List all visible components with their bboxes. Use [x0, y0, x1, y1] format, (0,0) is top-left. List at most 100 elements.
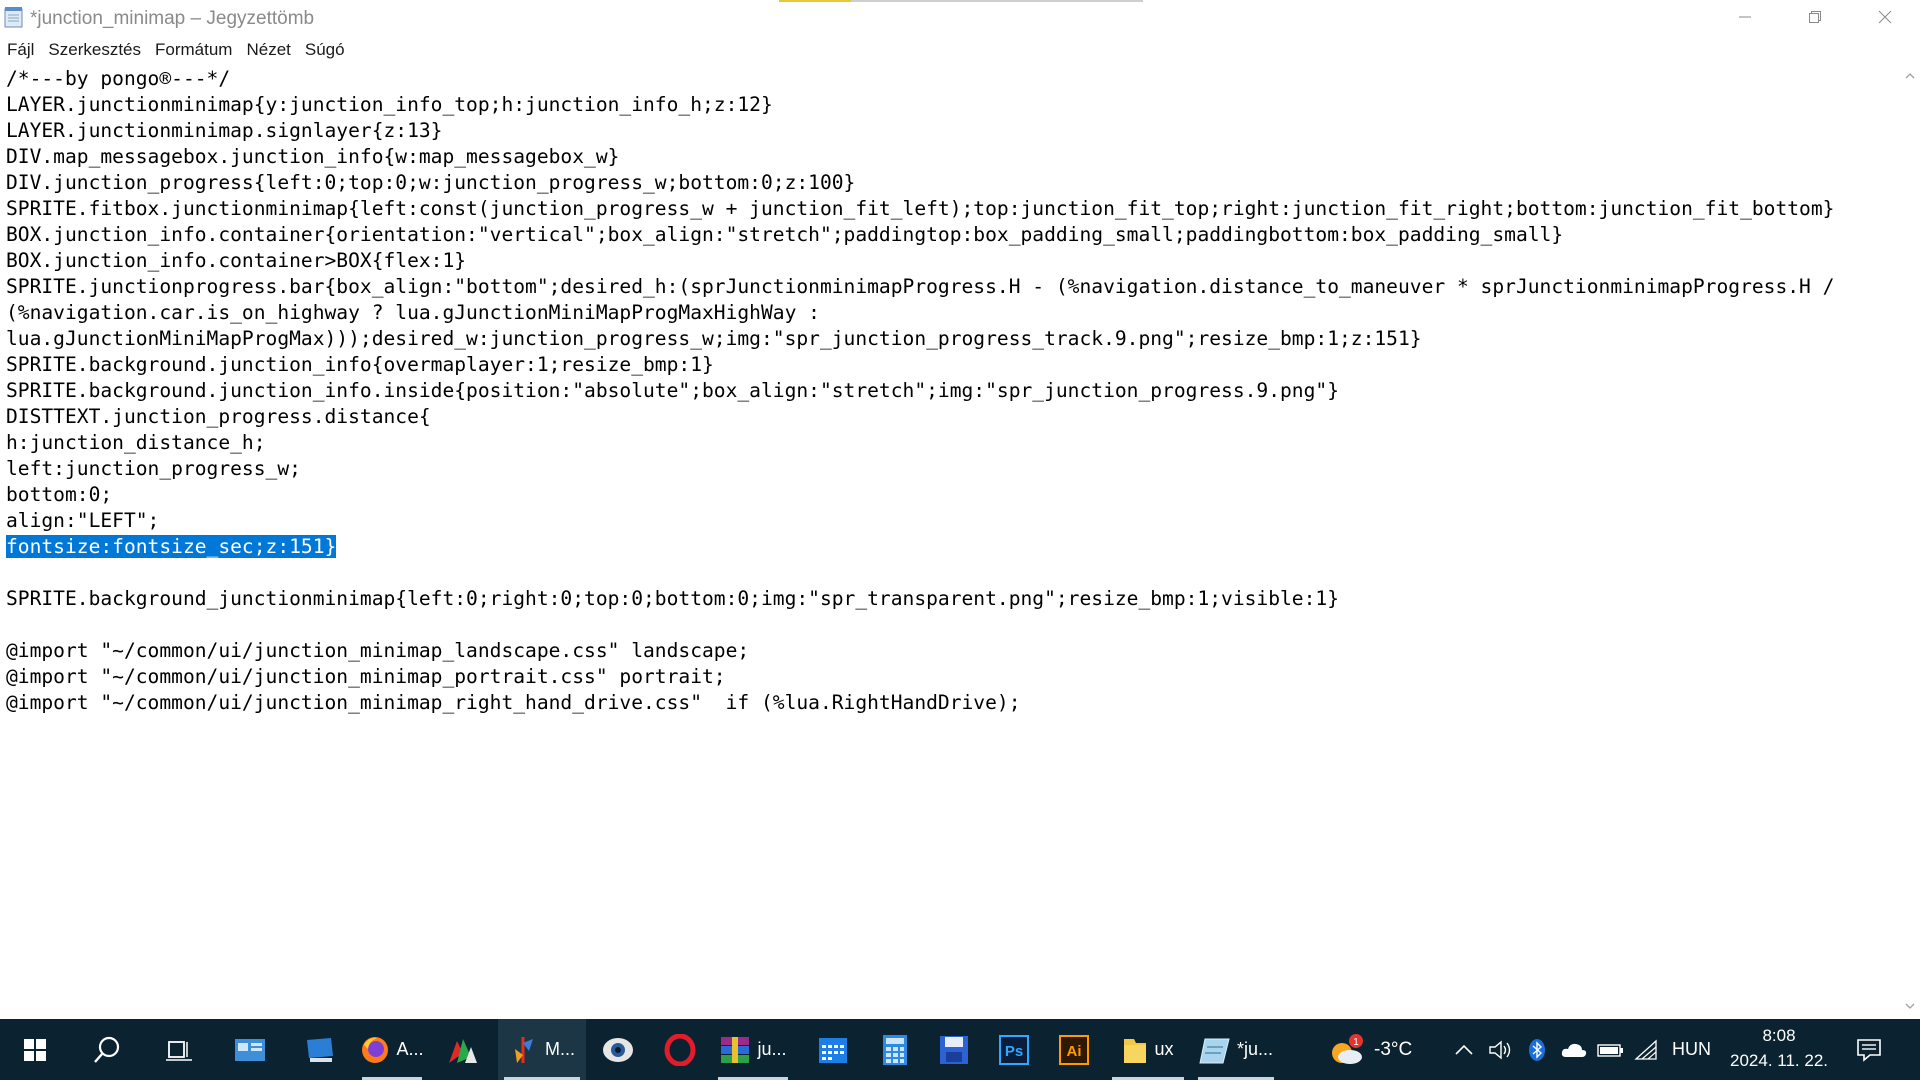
window-title: *junction_minimap – Jegyzettömb — [30, 8, 315, 29]
editor-line[interactable]: bottom:0; — [6, 482, 1834, 508]
volume-button[interactable] — [1488, 1019, 1512, 1080]
editor-line[interactable]: @import "~/common/ui/junction_minimap_ri… — [6, 690, 1834, 716]
app-color-icon — [449, 1038, 477, 1063]
bluetooth-button[interactable] — [1528, 1019, 1546, 1080]
chevron-down-icon — [1905, 1003, 1914, 1009]
editor-line[interactable]: @import "~/common/ui/junction_minimap_po… — [6, 664, 1834, 690]
editor-line[interactable]: /*---by pongo®---*/ — [6, 66, 1834, 92]
tray-overflow-button[interactable] — [1454, 1019, 1474, 1080]
taskbar-firefox[interactable]: A... — [356, 1019, 428, 1080]
editor-line[interactable]: SPRITE.junctionprogress.bar{box_align:"b… — [6, 274, 1834, 300]
title-bar: *junction_minimap – Jegyzettömb — [0, 0, 1920, 36]
editor-line[interactable]: h:junction_distance_h; — [6, 430, 1834, 456]
editor-line[interactable]: LAYER.junctionminimap.signlayer{z:13} — [6, 118, 1834, 144]
taskbar-computer[interactable] — [286, 1019, 354, 1080]
taskbar: A... M... ju... Ps Ai ux *ju... 1 -3°C H… — [0, 1019, 1920, 1080]
action-center-button[interactable] — [1856, 1019, 1882, 1080]
battery-icon — [1597, 1043, 1623, 1057]
winrar-icon — [721, 1036, 750, 1063]
editor-line[interactable]: SPRITE.fitbox.junctionminimap{left:const… — [6, 196, 1834, 222]
taskbar-folder[interactable]: ux — [1106, 1019, 1190, 1080]
editor-line[interactable]: DIV.map_messagebox.junction_info{w:map_m… — [6, 144, 1834, 170]
taskbar-opera[interactable] — [650, 1019, 710, 1080]
line-text: SPRITE.background.junction_info.inside{p… — [6, 379, 1339, 402]
line-text: @import "~/common/ui/junction_minimap_po… — [6, 665, 726, 688]
line-text: @import "~/common/ui/junction_minimap_ri… — [6, 691, 1021, 714]
line-text: h:junction_distance_h; — [6, 431, 266, 454]
volume-icon — [1489, 1040, 1511, 1059]
editor-line[interactable]: SPRITE.background.junction_info{overmapl… — [6, 352, 1834, 378]
line-text: align:"LEFT"; — [6, 509, 160, 532]
save-disk-icon — [940, 1035, 968, 1064]
taskbar-control-panel[interactable] — [216, 1019, 284, 1080]
taskbar-winrar-label: ju... — [757, 1039, 787, 1059]
search-button[interactable] — [72, 1019, 142, 1080]
restore-button[interactable] — [1780, 0, 1850, 34]
editor-line[interactable]: DIV.junction_progress{left:0;top:0;w:jun… — [6, 170, 1834, 196]
eye-icon — [603, 1037, 633, 1062]
editor-line[interactable] — [6, 612, 1834, 638]
editor-line[interactable]: BOX.junction_info.container{orientation:… — [6, 222, 1834, 248]
taskbar-firefox-label: A... — [396, 1039, 424, 1059]
line-text: SPRITE.fitbox.junctionminimap{left:const… — [6, 197, 1835, 220]
editor-line[interactable]: BOX.junction_info.container>BOX{flex:1} — [6, 248, 1834, 274]
taskbar-calendar[interactable] — [802, 1019, 864, 1080]
editor-line[interactable]: left:junction_progress_w; — [6, 456, 1834, 482]
editor-line[interactable]: SPRITE.background.junction_info.inside{p… — [6, 378, 1834, 404]
onedrive-button[interactable] — [1560, 1019, 1588, 1080]
line-text: DISTTEXT.junction_progress.distance{ — [6, 405, 431, 428]
menu-edit[interactable]: Szerkesztés — [41, 40, 148, 60]
editor-line[interactable] — [6, 560, 1834, 586]
taskbar-calculator[interactable] — [864, 1019, 926, 1080]
taskbar-save[interactable] — [924, 1019, 984, 1080]
taskbar-folder-label: ux — [1154, 1039, 1174, 1059]
line-text: SPRITE.junctionprogress.bar{box_align:"b… — [6, 275, 1835, 298]
close-button[interactable] — [1850, 0, 1920, 34]
editor-line[interactable]: fontsize:fontsize_sec;z:151} — [6, 534, 1834, 560]
line-text: left:junction_progress_w; — [6, 457, 301, 480]
editor-line[interactable]: DISTTEXT.junction_progress.distance{ — [6, 404, 1834, 430]
taskbar-winrar[interactable]: ju... — [712, 1019, 794, 1080]
language-indicator[interactable]: HUN — [1672, 1019, 1711, 1080]
task-view-button[interactable] — [144, 1019, 214, 1080]
scroll-up-button[interactable] — [1899, 66, 1920, 86]
network-button[interactable] — [1634, 1019, 1658, 1080]
menu-file[interactable]: Fájl — [0, 40, 41, 60]
editor-line[interactable]: LAYER.junctionminimap{y:junction_info_to… — [6, 92, 1834, 118]
editor-line[interactable]: align:"LEFT"; — [6, 508, 1834, 534]
clock[interactable]: 8:08 2024. 11. 22. — [1720, 1023, 1838, 1077]
line-text: DIV.map_messagebox.junction_info{w:map_m… — [6, 145, 620, 168]
editor-line[interactable]: SPRITE.background_junctionminimap{left:0… — [6, 586, 1834, 612]
menu-view[interactable]: Nézet — [239, 40, 297, 60]
line-text: BOX.junction_info.container{orientation:… — [6, 223, 1564, 246]
weather-icon: 1 — [1332, 1033, 1363, 1064]
editor-line[interactable]: @import "~/common/ui/junction_minimap_la… — [6, 638, 1834, 664]
line-text: LAYER.junctionminimap.signlayer{z:13} — [6, 119, 443, 142]
taskbar-eye[interactable] — [588, 1019, 648, 1080]
editor-lines[interactable]: /*---by pongo®---*/ LAYER.junctionminimap… — [6, 66, 1834, 716]
taskbar-illustrator[interactable]: Ai — [1044, 1019, 1104, 1080]
vertical-scrollbar[interactable] — [1899, 64, 1920, 1019]
editor-line[interactable]: (%navigation.car.is_on_highway ? lua.gJu… — [6, 300, 1834, 326]
text-editor[interactable]: /*---by pongo®---*/ LAYER.junctionminimap… — [0, 64, 1899, 1019]
taskbar-app-color[interactable] — [430, 1019, 496, 1080]
menu-bar: Fájl Szerkesztés Formátum Nézet Súgó — [0, 36, 1920, 64]
line-text: @import "~/common/ui/junction_minimap_la… — [6, 639, 750, 662]
wifi-icon — [1634, 1039, 1657, 1060]
taskbar-notepad[interactable]: *ju... — [1192, 1019, 1280, 1080]
title-accent-strip — [779, 0, 1143, 2]
battery-button[interactable] — [1596, 1019, 1624, 1080]
start-button[interactable] — [0, 1019, 70, 1080]
menu-help[interactable]: Súgó — [298, 40, 352, 60]
minimize-button[interactable] — [1710, 0, 1780, 34]
search-icon — [94, 1036, 120, 1063]
control-panel-icon — [235, 1038, 265, 1061]
scroll-down-button[interactable] — [1899, 996, 1920, 1016]
menu-format[interactable]: Formátum — [148, 40, 239, 60]
taskbar-m-app[interactable]: M... — [498, 1019, 586, 1080]
close-icon — [1878, 10, 1892, 24]
editor-line[interactable]: lua.gJunctionMiniMapProgMax)));desired_w… — [6, 326, 1834, 352]
weather-widget[interactable]: 1 -3°C — [1328, 1019, 1412, 1080]
notification-icon — [1857, 1038, 1881, 1062]
taskbar-photoshop[interactable]: Ps — [984, 1019, 1044, 1080]
